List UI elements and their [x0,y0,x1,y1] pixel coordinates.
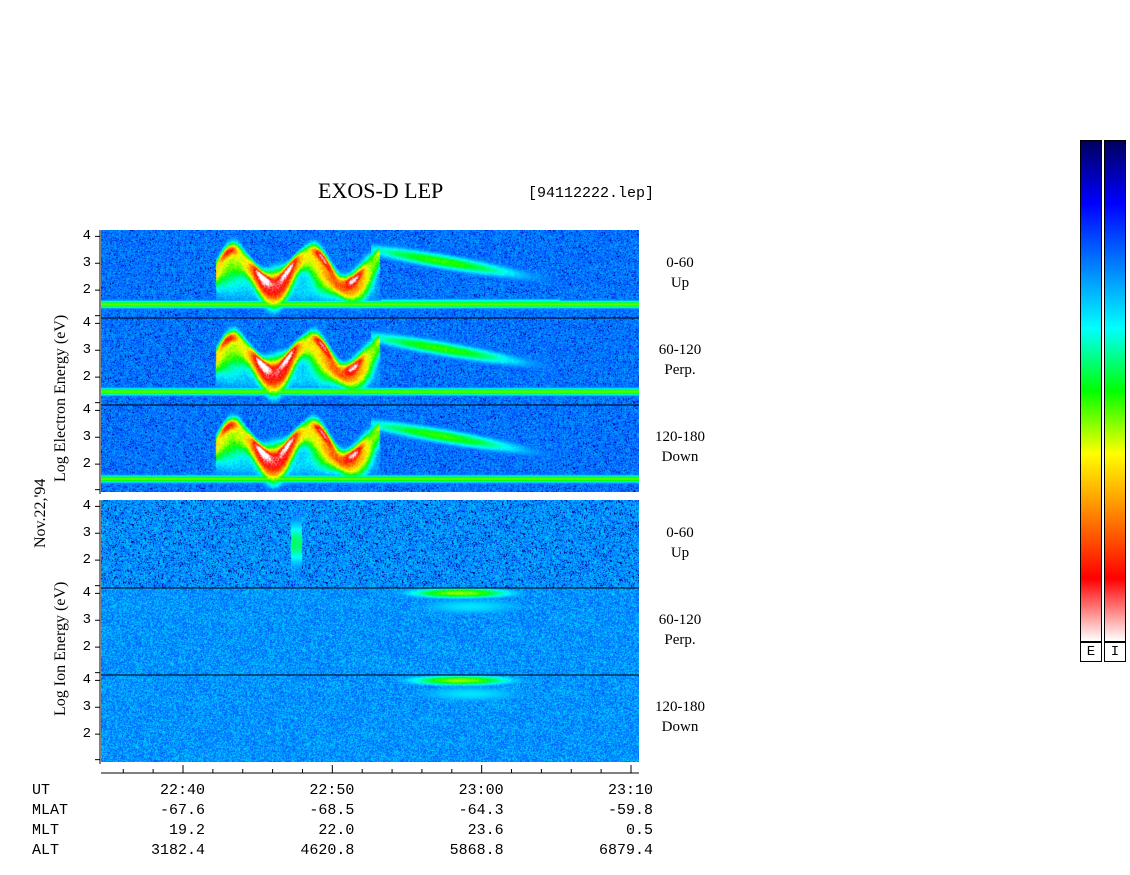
x-label-alt: 5868.8 [449,842,504,859]
panel-direction: Up [670,545,690,561]
y-tick-label: 4 [82,315,91,332]
y-tick-label: 2 [82,369,91,386]
panel-angle: 0-60 [666,255,694,271]
panel-label: 120-180 Down [640,427,720,467]
colorbar-electron [1080,140,1102,642]
x-label-alt: 6879.4 [598,842,653,859]
y-tick-label: 2 [82,552,91,569]
row-label-mlt: MLT [32,822,60,839]
x-label-ut: 22:40 [159,782,205,799]
y-tick-label: 2 [82,639,91,656]
panel-direction: Down [661,719,699,735]
y-tick-label: 3 [82,612,91,629]
panel-label: 60-120 Perp. [640,340,720,380]
panel-angle: 0-60 [666,525,694,541]
y-tick-label: 3 [82,342,91,359]
y-tick-label: 4 [82,672,91,689]
axes-overlay [95,230,639,774]
x-label-mlat: -64.3 [458,802,504,819]
colorbar-ion-label: I [1104,642,1126,662]
y-tick-label: 3 [82,429,91,446]
panel-direction: Perp. [664,362,696,378]
x-label-mlt: 19.2 [168,822,205,839]
y-tick-label: 2 [82,282,91,299]
y-tick-label: 4 [82,228,91,245]
panel-angle: 120-180 [655,429,705,445]
x-label-mlat: -59.8 [607,802,653,819]
y-tick-label: 4 [82,402,91,419]
panel-angle: 60-120 [658,342,702,358]
x-label-mlt: 22.0 [318,822,355,839]
panel-label: 0-60 Up [640,253,720,293]
panel-label: 60-120 Perp. [640,610,720,650]
row-label-alt: ALT [32,842,60,859]
y-tick-label: 3 [82,699,91,716]
x-label-mlt: 0.5 [625,822,653,839]
x-label-ut: 22:50 [309,782,355,799]
panel-angle: 60-120 [658,612,702,628]
y-tick-label: 4 [82,498,91,515]
y-tick-label: 4 [82,585,91,602]
x-label-mlat: -67.6 [159,802,205,819]
row-label-mlat: MLAT [32,802,69,819]
panel-label: 0-60 Up [640,523,720,563]
panel-direction: Up [670,275,690,291]
row-label-ut: UT [32,782,51,799]
panel-direction: Down [661,449,699,465]
x-label-alt: 3182.4 [150,842,205,859]
y-tick-label: 2 [82,726,91,743]
x-label-mlat: -68.5 [309,802,355,819]
x-label-ut: 23:00 [458,782,504,799]
y-tick-label: 3 [82,525,91,542]
colorbar-ion [1104,140,1126,642]
x-label-ut: 23:10 [607,782,653,799]
x-label-mlt: 23.6 [467,822,504,839]
panel-angle: 120-180 [655,699,705,715]
panel-label: 120-180 Down [640,697,720,737]
y-tick-label: 2 [82,456,91,473]
colorbar-electron-label: E [1080,642,1102,662]
x-label-alt: 4620.8 [300,842,355,859]
panel-direction: Perp. [664,632,696,648]
y-tick-label: 3 [82,255,91,272]
